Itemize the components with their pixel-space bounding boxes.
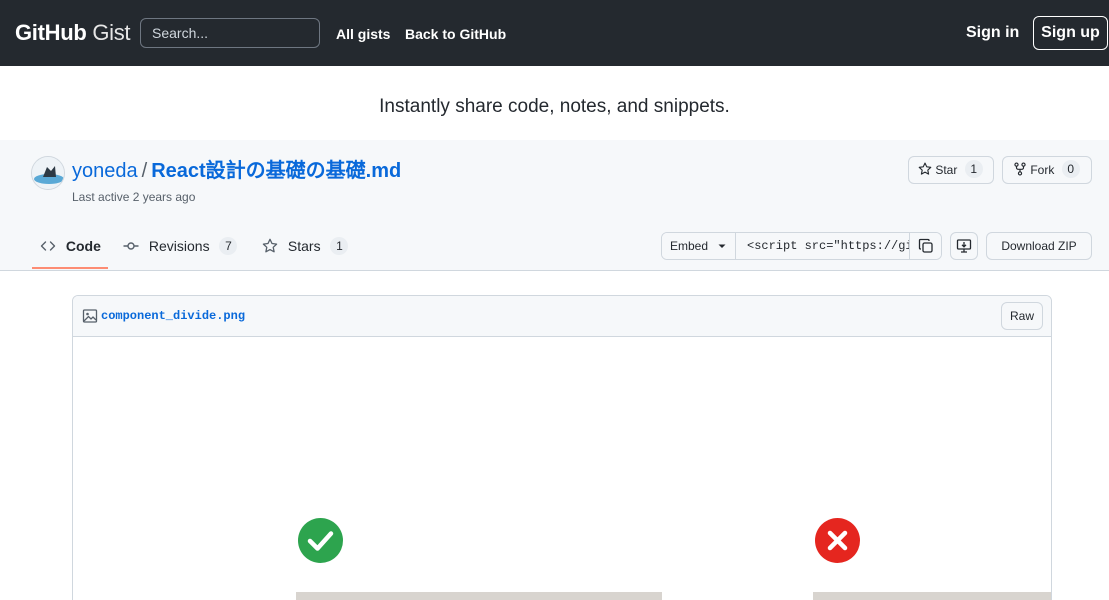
embed-dropdown-button[interactable]: Embed — [662, 233, 736, 259]
file-box: component_divide.png Raw — [72, 295, 1052, 600]
revisions-count: 7 — [219, 237, 238, 255]
tab-stars-label: Stars — [287, 238, 321, 254]
site-header: GitHub Gist Search... All gists Back to … — [0, 0, 1109, 66]
star-outline-icon — [262, 238, 278, 253]
check-circle-icon — [298, 518, 343, 563]
fork-button[interactable]: Fork 0 — [1002, 156, 1092, 184]
gist-filename-link[interactable]: React設計の基礎の基礎.md — [151, 160, 401, 182]
title-separator: / — [141, 160, 148, 182]
tab-stars[interactable]: Stars 1 — [262, 234, 349, 258]
star-button[interactable]: Star 1 — [908, 156, 994, 184]
file-name-link[interactable]: component_divide.png — [101, 308, 245, 324]
search-input[interactable]: Search... — [140, 18, 320, 48]
fork-icon — [1014, 162, 1026, 176]
tab-code[interactable]: Code — [40, 234, 101, 258]
embed-url-input[interactable]: <script src="https://gist.github.com/ — [736, 233, 909, 259]
last-active-text: Last active 2 years ago — [72, 190, 196, 204]
fork-label: Fork — [1030, 163, 1055, 177]
all-gists-link[interactable]: All gists — [336, 24, 390, 44]
sign-up-button[interactable]: Sign up — [1033, 16, 1108, 50]
logo-gist-text: Gist — [92, 20, 131, 45]
code-icon — [40, 241, 56, 251]
download-zip-button[interactable]: Download ZIP — [986, 232, 1092, 260]
x-circle-icon — [815, 518, 860, 563]
desktop-download-icon — [956, 239, 972, 253]
logo-github-text: GitHub — [15, 20, 87, 45]
tab-code-label: Code — [65, 238, 101, 254]
tab-revisions-label: Revisions — [148, 238, 210, 254]
star-count: 1 — [964, 160, 983, 178]
star-icon — [918, 162, 932, 175]
tagline: Instantly share code, notes, and snippet… — [379, 96, 730, 117]
open-desktop-button[interactable] — [950, 232, 978, 260]
file-header: component_divide.png Raw — [73, 296, 1051, 337]
github-gist-logo[interactable]: GitHub Gist — [15, 19, 131, 47]
copy-icon — [918, 238, 933, 253]
active-tab-underline — [32, 267, 108, 269]
copy-button[interactable] — [909, 233, 941, 259]
embed-label: Embed — [670, 239, 709, 253]
back-to-github-link[interactable]: Back to GitHub — [405, 24, 506, 44]
triangle-down-icon — [718, 244, 726, 248]
raw-button[interactable]: Raw — [1001, 302, 1043, 330]
bad-example-preview — [813, 592, 1051, 600]
file-media-icon — [82, 309, 98, 323]
good-example-preview — [296, 592, 662, 600]
fork-count: 0 — [1061, 160, 1080, 178]
avatar[interactable] — [31, 156, 65, 190]
star-label: Star — [935, 163, 958, 177]
gist-title: yoneda / React設計の基礎の基礎.md — [72, 158, 401, 184]
owner-link[interactable]: yoneda — [72, 160, 138, 182]
git-commit-icon — [123, 242, 139, 250]
stars-count: 1 — [330, 237, 349, 255]
sign-in-link[interactable]: Sign in — [966, 22, 1019, 44]
embed-group: Embed <script src="https://gist.github.c… — [661, 232, 942, 260]
tab-revisions[interactable]: Revisions 7 — [123, 234, 238, 258]
